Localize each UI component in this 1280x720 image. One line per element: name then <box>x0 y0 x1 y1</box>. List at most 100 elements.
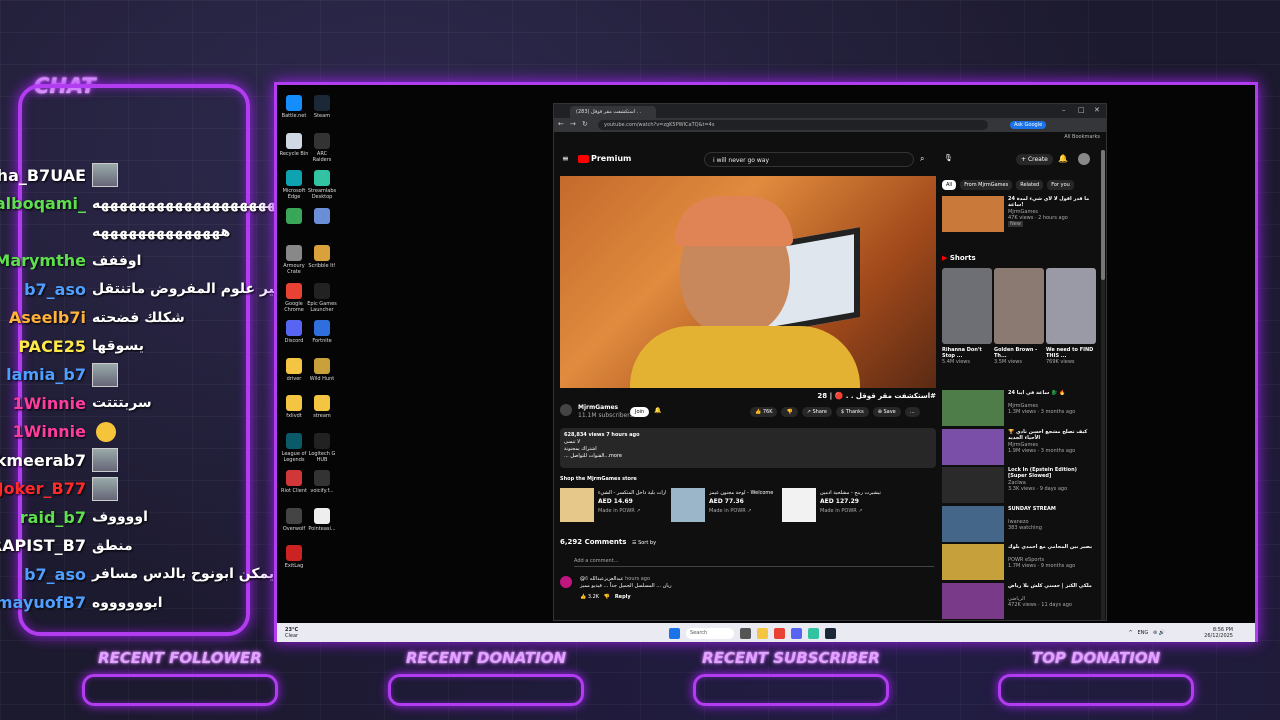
related-video[interactable]: ملكي الكنز | حسني كلش بلا رياض الرياضي 472… <box>942 582 1096 619</box>
channel-avatar[interactable] <box>560 404 572 416</box>
desktop-icon[interactable]: Microsoft Edge <box>279 170 309 200</box>
add-comment-input[interactable]: Add a comment... <box>574 558 934 567</box>
app-icon[interactable] <box>740 628 751 639</box>
desktop-icon[interactable]: Scribble It! <box>307 245 337 269</box>
back-icon[interactable]: ← <box>558 120 564 128</box>
reload-icon[interactable]: ↻ <box>582 120 588 128</box>
desktop-icon[interactable]: Epic Games Launcher <box>307 282 337 313</box>
notifications-icon[interactable]: 🔔 <box>1058 154 1068 163</box>
desktop-icon[interactable]: ExitLag <box>279 545 309 569</box>
related-title[interactable]: ملكي الكنز | حسني كلش بلا رياض <box>1008 583 1092 589</box>
reply-button[interactable]: Reply <box>615 594 631 600</box>
start-icon[interactable] <box>669 628 680 639</box>
desktop-icon[interactable]: Discord <box>279 320 309 344</box>
youtube-logo[interactable]: Premium <box>578 154 631 163</box>
menu-icon[interactable]: ≡ <box>562 154 569 163</box>
chat-username[interactable]: RAPIST_B7 <box>0 536 86 555</box>
dislike-button[interactable]: 👎 <box>781 407 798 417</box>
filter-chip[interactable]: For you <box>1047 180 1074 190</box>
browser-tab[interactable]: (283) استكشفت مقر قوقل . . <box>570 106 656 118</box>
save-button[interactable]: ⊕ Save <box>872 407 901 417</box>
taskbar-search[interactable]: Search <box>686 628 734 639</box>
short-thumbnail[interactable] <box>1046 268 1096 344</box>
store-item-name[interactable]: سكيارات بلية داخل المتكسر - الشيء <box>598 490 666 496</box>
short-title[interactable]: Golden Brown - Th... <box>994 347 1044 359</box>
filter-chip[interactable]: Related <box>1016 180 1044 190</box>
desktop-icon[interactable]: Fortnite <box>307 320 337 344</box>
desktop-icon[interactable]: driver <box>279 357 309 382</box>
desktop-icon[interactable]: Logitech G HUB <box>307 432 337 463</box>
chat-username[interactable]: zkmeerab7 <box>0 451 86 470</box>
maximize-icon[interactable]: □ <box>1078 106 1085 114</box>
close-icon[interactable]: ✕ <box>1094 106 1100 114</box>
related-video[interactable]: يصير بين المحامي مع احمدي بلوك POWR eSpor… <box>942 544 1096 580</box>
like-button[interactable]: 👍 76K <box>750 407 778 417</box>
chat-username[interactable]: Aseelb7i <box>0 308 86 327</box>
short-item[interactable]: Golden Brown - Th... 3.5M views <box>994 268 1044 372</box>
search-input[interactable]: i will never go way <box>704 152 914 167</box>
chat-username[interactable]: lamia_b7 <box>0 365 86 384</box>
chat-username[interactable]: PACE25 <box>0 337 86 356</box>
related-video[interactable]: SUNDAY STREAM Iwanezo 383 watching <box>942 505 1096 542</box>
desktop-icon[interactable]: Streamlabs Desktop <box>307 170 337 200</box>
short-item[interactable]: Rihanna Don't Stop ... 5.4M views <box>942 268 992 372</box>
related-title[interactable]: كيف تصلح مشجع احسن نادي 🏆 الأحياء الجديد <box>1008 429 1092 441</box>
store-item[interactable]: لوحة مجنون غيمز - Welcome AED 77.36 Made i… <box>671 488 777 524</box>
video-thumbnail[interactable] <box>942 428 1004 465</box>
video-thumbnail[interactable] <box>942 390 1004 426</box>
chat-username[interactable]: cha_B7UAE <box>0 166 86 185</box>
chat-username[interactable]: lmayuofB7 <box>0 593 86 612</box>
mic-icon[interactable]: 🎙 <box>944 154 953 162</box>
chrome-icon[interactable] <box>774 628 785 639</box>
scrollbar-thumb[interactable] <box>1101 150 1105 280</box>
chat-username[interactable]: raid_b7 <box>0 508 86 527</box>
channel-info[interactable]: MjrmGames 11.1M subscribers <box>560 404 633 419</box>
forward-icon[interactable]: → <box>570 120 576 128</box>
desktop-icon[interactable]: Riot Client <box>279 470 309 494</box>
desktop-icon[interactable]: Steam <box>307 95 337 119</box>
video-thumbnail[interactable] <box>942 196 1004 232</box>
desktop-icon[interactable]: Pointeasi... <box>307 507 337 532</box>
related-video[interactable]: ما قدر اقول لا لأي شيء لمدة 24 ساعة! Mjr… <box>942 196 1096 232</box>
chat-username[interactable]: Joker_B77 <box>0 479 86 498</box>
chat-username[interactable]: _alboqami <box>0 194 86 213</box>
discord-icon[interactable] <box>791 628 802 639</box>
chat-username[interactable]: b7_aso <box>0 565 86 584</box>
related-video[interactable]: 24 ساعة في ايبا 🐉 🔥 MjrmGames 1.3M views ·… <box>942 390 1096 426</box>
related-video[interactable]: Lock In (Epstein Edition) [Super Slowed]… <box>942 467 1096 503</box>
short-title[interactable]: Rihanna Don't Stop ... <box>942 347 992 359</box>
desktop-icon[interactable]: League of Legends <box>279 432 309 463</box>
desktop-icon[interactable]: stream <box>307 395 337 419</box>
store-item-image[interactable] <box>671 488 705 522</box>
video-player[interactable] <box>560 176 936 388</box>
related-title[interactable]: SUNDAY STREAM <box>1008 506 1092 512</box>
short-item[interactable]: We need to FIND THIS ... 769K views <box>1046 268 1096 372</box>
store-item-image[interactable] <box>782 488 816 522</box>
desktop-icon[interactable]: Battle.net <box>279 95 309 119</box>
video-thumbnail[interactable] <box>942 467 1004 503</box>
chat-username[interactable]: b7_aso <box>0 280 86 299</box>
share-button[interactable]: ↗ Share <box>801 407 832 417</box>
related-video[interactable]: كيف تصلح مشجع احسن نادي 🏆 الأحياء الجديد… <box>942 428 1096 465</box>
bell-icon[interactable]: 🔔 <box>654 407 661 414</box>
chat-username[interactable]: Marymthe <box>0 251 86 270</box>
related-title[interactable]: Lock In (Epstein Edition) [Super Slowed] <box>1008 467 1092 479</box>
streamlabs-icon[interactable] <box>808 628 819 639</box>
filter-chip[interactable]: From MjrmGames <box>960 180 1013 190</box>
lang-indicator[interactable]: ENG <box>1137 630 1148 636</box>
more-actions-icon[interactable]: … <box>904 407 920 417</box>
sort-by-button[interactable]: ☰ Sort by <box>632 540 656 546</box>
video-thumbnail[interactable] <box>942 582 1004 619</box>
weather-widget[interactable]: 23°C Clear <box>285 627 298 639</box>
short-thumbnail[interactable] <box>994 268 1044 344</box>
avatar[interactable] <box>1078 153 1090 165</box>
store-item-name[interactable]: لوحة مجنون غيمز - Welcome <box>709 490 777 496</box>
filter-chip[interactable]: All <box>942 180 957 190</box>
comment-avatar[interactable] <box>560 576 572 588</box>
join-button[interactable]: Join <box>630 407 650 417</box>
desktop-icon[interactable]: ARC Raiders <box>307 132 337 163</box>
video-description[interactable]: 628,834 views 7 hours ago لا تنسى اشتراك… <box>560 428 936 468</box>
ask-google-button[interactable]: Ask Google <box>1010 121 1047 129</box>
store-item-name[interactable]: تيشيرت رينج - مشلحية ادمين <box>820 490 888 496</box>
store-item[interactable]: سكيارات بلية داخل المتكسر - الشيء AED 14.… <box>560 488 666 524</box>
